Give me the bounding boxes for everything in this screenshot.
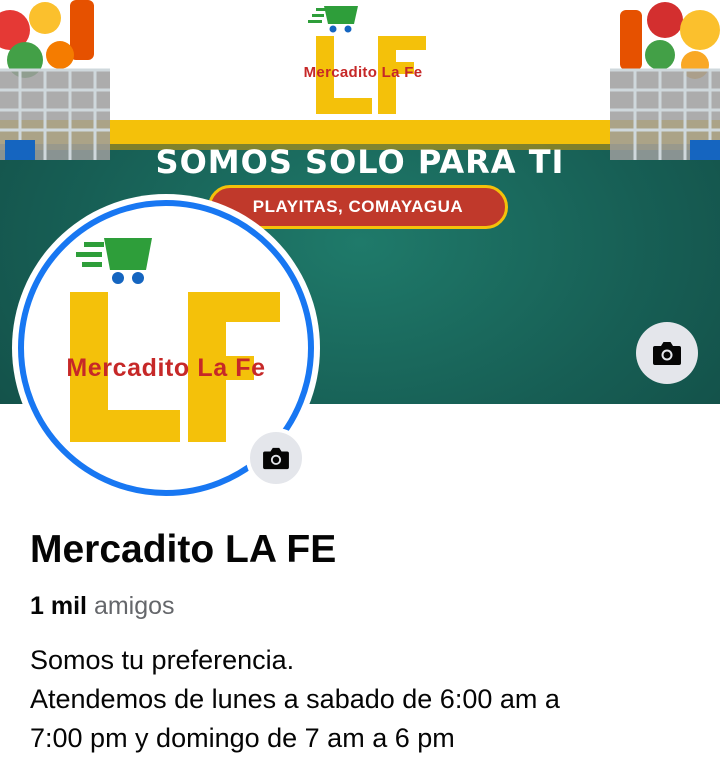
shopping-cart-icon bbox=[76, 238, 152, 284]
edit-profile-picture-button[interactable] bbox=[246, 428, 306, 488]
camera-icon bbox=[263, 447, 289, 470]
cover-logo: Mercadito La Fe bbox=[278, 0, 448, 118]
edit-cover-photo-button[interactable] bbox=[636, 322, 698, 384]
cover-headline: SOMOS SOLO PARA TI bbox=[155, 143, 565, 181]
bio-line: Atendemos de lunes a sabado de 6:00 am a bbox=[30, 684, 560, 714]
shopping-cart-icon bbox=[308, 6, 358, 33]
camera-icon bbox=[653, 342, 681, 365]
friends-count-label: amigos bbox=[93, 592, 175, 620]
profile-bio: Somos tu preferencia. Atendemos de lunes… bbox=[30, 641, 710, 758]
lf-logo-mark bbox=[308, 6, 426, 114]
friends-count-value: 1 mil bbox=[30, 592, 87, 620]
profile-name: Mercadito LA FE bbox=[30, 528, 337, 571]
bio-line: 7:00 pm y domingo de 7 am a 6 pm bbox=[30, 723, 455, 753]
friends-count[interactable]: 1 mil amigos bbox=[30, 592, 175, 621]
bio-line: Somos tu preferencia. bbox=[30, 645, 295, 675]
avatar-logo-text: Mercadito La Fe bbox=[66, 354, 266, 382]
cover-logo-text: Mercadito La Fe bbox=[303, 64, 423, 81]
